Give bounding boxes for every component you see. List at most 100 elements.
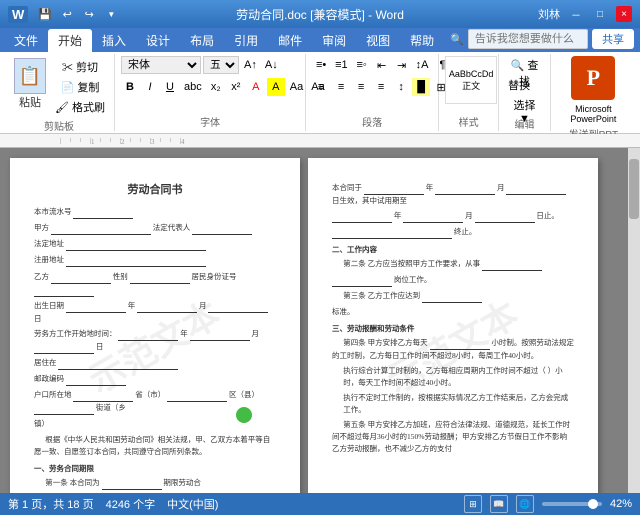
strikethrough-button[interactable]: abc <box>181 78 205 96</box>
title-bar-left: W 💾 ↩ ↪ ▼ <box>8 5 120 23</box>
ruler-mark <box>70 138 80 142</box>
font-color-button[interactable]: A <box>247 78 265 96</box>
ruler-marks: 1 2 3 4 <box>60 138 580 144</box>
highlight-button[interactable]: A <box>267 78 285 96</box>
align-center-button[interactable]: ≡ <box>332 78 350 96</box>
tab-references[interactable]: 引用 <box>224 29 268 52</box>
view-web-button[interactable]: 🌐 <box>516 495 534 513</box>
tab-help[interactable]: 帮助 <box>400 29 444 52</box>
share-button[interactable]: 共享 <box>592 29 634 49</box>
superscript-button[interactable]: x² <box>227 78 245 96</box>
ribbon: 📋 粘贴 ✂ 剪切 📄 复制 🖌 格式刷 剪贴板 宋体 五号 小四 四号 <box>0 52 640 134</box>
shading-button[interactable]: █ <box>412 78 430 96</box>
multilevel-list-button[interactable]: ≡◦ <box>353 56 371 74</box>
ruler-mark: 4 <box>180 138 190 144</box>
tab-home[interactable]: 开始 <box>48 29 92 52</box>
doc-page-1: 示范文本 劳动合同书 本市流水号 甲方 法定代表人 法定地址 <box>10 158 300 493</box>
tab-layout[interactable]: 布局 <box>180 29 224 52</box>
view-read-button[interactable]: 📖 <box>490 495 508 513</box>
cut-button[interactable]: ✂ 剪切 <box>52 58 108 76</box>
word-count: 4246 个字 <box>106 496 156 512</box>
close-button[interactable]: × <box>616 6 632 22</box>
title-bar: W 💾 ↩ ↪ ▼ 劳动合同.doc [兼容模式] - Word 刘林 － □ … <box>0 0 640 28</box>
section2-title: 二、工作内容 <box>332 244 574 256</box>
italic-button[interactable]: I <box>141 78 159 96</box>
tab-view[interactable]: 视图 <box>356 29 400 52</box>
styles-box[interactable]: AaBbCcDd 正文 <box>445 56 497 104</box>
decrease-indent-button[interactable]: ⇤ <box>373 56 391 74</box>
search-input[interactable] <box>468 29 588 49</box>
ruler-mark: 3 <box>150 138 160 144</box>
tab-design[interactable]: 设计 <box>136 29 180 52</box>
font-name-row: 宋体 五号 小四 四号 A↑ A↓ <box>121 56 281 74</box>
view-print-button[interactable]: ⊞ <box>464 495 482 513</box>
ppt-content: P Microsoft PowerPoint <box>557 56 630 124</box>
number-list-button[interactable]: ≡1 <box>332 56 351 74</box>
article2: 第二条 乙方应当按照甲方工作要求，从事 <box>332 258 574 271</box>
tab-insert[interactable]: 插入 <box>92 29 136 52</box>
align-left-button[interactable]: ≡ <box>312 78 330 96</box>
zoom-slider[interactable] <box>542 502 602 506</box>
font-content: 宋体 五号 小四 四号 A↑ A↓ B I U abc x₂ x² A A Aa <box>121 56 328 112</box>
word-icon: W <box>8 6 28 23</box>
article5: 第五条 甲方安排乙方加班，应符合法律法规、道德规范，延长工作时间不超过每月36小… <box>332 419 574 455</box>
subscript-button[interactable]: x₂ <box>207 78 225 96</box>
replace-button[interactable]: 替换 <box>505 76 533 94</box>
increase-indent-button[interactable]: ⇥ <box>393 56 411 74</box>
styles-label: 样式 <box>445 112 492 129</box>
align-right-button[interactable]: ≡ <box>352 78 370 96</box>
maximize-button[interactable]: □ <box>592 6 608 22</box>
article1: 第一条 本合同为 期限劳动合 <box>34 477 276 490</box>
article2-cont: 岗位工作。 <box>332 274 574 287</box>
trial-end: 年 月 日止。 <box>332 210 574 223</box>
address-line: 注册地址 <box>34 254 276 267</box>
paragraph-content: ≡• ≡1 ≡◦ ⇤ ⇥ ↕A ¶ ≡ ≡ ≡ ≡ ↕ █ ⊞ <box>312 56 451 112</box>
underline-button[interactable]: U <box>161 78 179 96</box>
tab-file[interactable]: 文件 <box>4 29 48 52</box>
font-name-select[interactable]: 宋体 <box>121 56 201 74</box>
postal-line: 邮政编码 <box>34 373 276 386</box>
minimize-button[interactable]: － <box>568 6 584 22</box>
search-icon-area[interactable]: 🔍 <box>450 29 588 49</box>
party-b-line: 乙方 性别 居民身份证号 <box>34 271 276 297</box>
font-size-select[interactable]: 五号 小四 四号 <box>203 56 239 74</box>
household-line: 户口所在地 省（市） 区（县） 街道（乡 <box>34 389 276 415</box>
sort-button[interactable]: ↕A <box>413 56 432 74</box>
clear-format-button[interactable]: Aa <box>287 78 306 96</box>
flow-number-line: 本市流水号 <box>34 206 276 219</box>
employer-address-line: 劳务方工作开始地时间： 年 月 日 <box>34 328 276 354</box>
bullet-list-button[interactable]: ≡• <box>312 56 330 74</box>
quick-undo[interactable]: ↩ <box>58 5 76 23</box>
section1-title: 一、劳务合同期限 <box>34 463 276 475</box>
scrollbar-thumb[interactable] <box>629 159 639 219</box>
edit-label: 编辑 <box>505 114 544 131</box>
quick-save[interactable]: 💾 <box>36 5 54 23</box>
find-button[interactable]: 🔍 查找 <box>505 56 544 74</box>
bold-button[interactable]: B <box>121 78 139 96</box>
style-preview: AaBbCcDd <box>449 69 494 79</box>
ruler-mark <box>110 138 120 142</box>
quick-more[interactable]: ▼ <box>102 5 120 23</box>
justify-button[interactable]: ≡ <box>372 78 390 96</box>
quick-redo[interactable]: ↪ <box>80 5 98 23</box>
zoom-thumb[interactable] <box>588 499 598 509</box>
select-button[interactable]: 选择 ▼ <box>505 96 544 114</box>
tab-review[interactable]: 审阅 <box>312 29 356 52</box>
dismissal-line: 终止。 <box>332 226 574 239</box>
font-group: 宋体 五号 小四 四号 A↑ A↓ B I U abc x₂ x² A A Aa <box>115 54 306 131</box>
vertical-scrollbar[interactable] <box>628 148 640 493</box>
tab-mailings[interactable]: 邮件 <box>268 29 312 52</box>
paste-button[interactable]: 📋 粘贴 <box>10 56 50 112</box>
format-painter-button[interactable]: 🖌 格式刷 <box>52 98 108 116</box>
increase-font-button[interactable]: A↑ <box>241 56 260 74</box>
list-row: ≡• ≡1 ≡◦ ⇤ ⇥ ↕A ¶ <box>312 56 451 74</box>
paragraph-group: ≡• ≡1 ≡◦ ⇤ ⇥ ↕A ¶ ≡ ≡ ≡ ≡ ↕ █ ⊞ 段落 <box>306 54 439 131</box>
line-spacing-button[interactable]: ↕ <box>392 78 410 96</box>
status-bar-right: ⊞ 📖 🌐 42% <box>464 495 632 513</box>
ppt-icon[interactable]: P <box>571 56 615 100</box>
article4: 第四条 甲方安排乙方每天 小时制。按照劳动法规定的工时制，乙方每日工作时间不超过… <box>332 337 574 362</box>
align-row: ≡ ≡ ≡ ≡ ↕ █ ⊞ <box>312 78 450 96</box>
decrease-font-button[interactable]: A↓ <box>262 56 281 74</box>
copy-button[interactable]: 📄 复制 <box>52 78 108 96</box>
residence-line: 居住在 <box>34 357 276 370</box>
